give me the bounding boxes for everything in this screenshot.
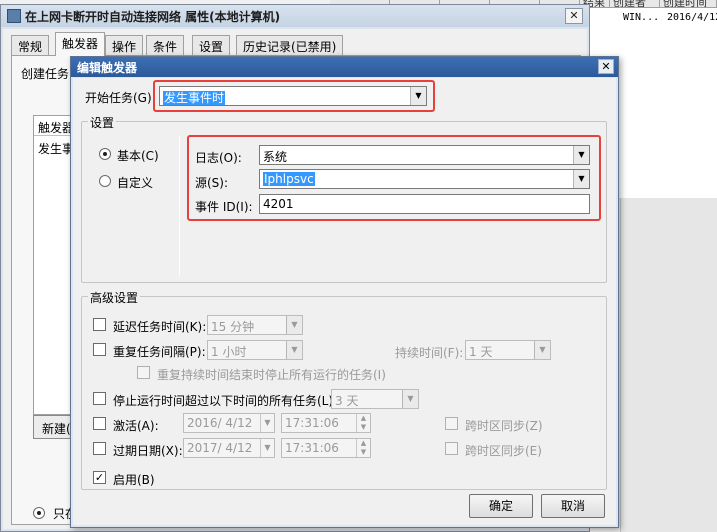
expire-time-spinner[interactable]: 17:31:06 ▲ ▼ — [281, 438, 371, 458]
stop-long-dropdown[interactable]: 3 天 ▼ — [331, 389, 419, 409]
bg-row-created: 2016/4/12 — [667, 12, 717, 23]
activate-sync-checkbox[interactable] — [445, 417, 458, 430]
bg-row-creator: WIN... — [623, 12, 660, 23]
expire-sync-checkbox[interactable] — [445, 442, 458, 455]
cancel-button[interactable]: 取消 — [541, 494, 605, 518]
chevron-down-icon[interactable]: ▼ — [286, 316, 302, 334]
activate-date-picker[interactable]: 2016/ 4/12 ▼ — [183, 413, 275, 433]
delay-checkbox[interactable] — [93, 318, 106, 331]
repeat-label: 重复任务间隔(P): — [113, 345, 206, 359]
duration-dropdown[interactable]: 1 天 ▼ — [465, 340, 551, 360]
chevron-down-icon[interactable]: ▼ — [286, 341, 302, 359]
background-panel — [620, 198, 717, 532]
highlight-begin-task — [153, 80, 435, 112]
tab-triggers[interactable]: 触发器 — [55, 32, 106, 56]
highlight-event-settings — [187, 135, 601, 221]
basic-radio-label: 基本(C) — [117, 149, 159, 163]
properties-close-button[interactable]: ✕ — [565, 8, 583, 24]
tab-actions[interactable]: 操作 — [105, 35, 144, 55]
tab-conditions[interactable]: 条件 — [146, 35, 185, 55]
expire-date-value: 2017/ 4/12 — [187, 441, 253, 455]
custom-radio[interactable] — [99, 175, 111, 187]
properties-title: 在上网卡断开时自动连接网络 属性(本地计算机) — [25, 10, 281, 24]
tab-settings[interactable]: 设置 — [192, 35, 231, 55]
create-task-label: 创建任务 — [21, 67, 70, 81]
enabled-checkbox[interactable]: ✓ — [93, 471, 106, 484]
edit-trigger-dialog: 编辑触发器 ✕ 开始任务(G): 发生事件时 ▼ 设置 基本(C) 自定义 日志… — [70, 56, 619, 528]
repeat-dropdown[interactable]: 1 小时 ▼ — [207, 340, 303, 360]
activate-time-value: 17:31:06 — [285, 416, 339, 430]
delay-value: 15 分钟 — [211, 320, 255, 334]
chevron-down-icon[interactable]: ▼ — [534, 341, 550, 359]
ok-button[interactable]: 确定 — [469, 494, 533, 518]
settings-divider — [179, 136, 180, 276]
chevron-down-icon[interactable]: ▼ — [260, 439, 274, 457]
stop-long-label: 停止运行时间超过以下时间的所有任务(L): — [113, 394, 338, 408]
expire-checkbox[interactable] — [93, 442, 106, 455]
chevron-down-icon[interactable]: ▼ — [260, 414, 274, 432]
custom-radio-label: 自定义 — [117, 176, 154, 190]
delay-dropdown[interactable]: 15 分钟 ▼ — [207, 315, 303, 335]
expire-label: 过期日期(X): — [113, 444, 183, 458]
spin-arrows-icon[interactable]: ▲ ▼ — [356, 414, 370, 432]
activate-checkbox[interactable] — [93, 417, 106, 430]
dialog-title: 编辑触发器 — [77, 61, 138, 75]
chevron-down-icon[interactable]: ▼ — [402, 390, 418, 408]
advanced-group-title: 高级设置 — [88, 289, 141, 306]
stop-long-value: 3 天 — [335, 394, 359, 408]
task-scheduler-icon — [7, 9, 21, 23]
stop-long-checkbox[interactable] — [93, 392, 106, 405]
bg-column-created[interactable]: 创建时间 — [660, 0, 717, 7]
expire-date-picker[interactable]: 2017/ 4/12 ▼ — [183, 438, 275, 458]
activate-sync-label: 跨时区同步(Z) — [465, 419, 543, 433]
spin-arrows-icon[interactable]: ▲ ▼ — [356, 439, 370, 457]
duration-label: 持续时间(F): — [395, 346, 464, 360]
expire-sync-label: 跨时区同步(E) — [465, 444, 542, 458]
activate-date-value: 2016/ 4/12 — [187, 416, 253, 430]
dialog-close-button[interactable]: ✕ — [598, 59, 614, 74]
basic-radio[interactable] — [99, 148, 111, 160]
enabled-label: 启用(B) — [113, 473, 155, 487]
duration-value: 1 天 — [469, 345, 493, 359]
stop-at-end-checkbox[interactable] — [137, 366, 150, 379]
tab-history[interactable]: 历史记录(已禁用) — [236, 35, 344, 55]
begin-task-label: 开始任务(G): — [85, 91, 156, 105]
dialog-body: 开始任务(G): 发生事件时 ▼ 设置 基本(C) 自定义 日志(O): 系统 … — [73, 78, 616, 525]
bg-column-creator[interactable]: 创建者 — [610, 0, 660, 7]
dialog-title-bar[interactable]: 编辑触发器 ✕ — [71, 57, 618, 77]
properties-title-bar[interactable]: 在上网卡断开时自动连接网络 属性(本地计算机) ✕ — [1, 5, 589, 27]
expire-time-value: 17:31:06 — [285, 441, 339, 455]
stop-at-end-label: 重复持续时间结束时停止所有运行的任务(I) — [157, 368, 386, 382]
repeat-checkbox[interactable] — [93, 343, 106, 356]
delay-label: 延迟任务时间(K): — [113, 320, 207, 334]
activate-label: 激活(A): — [113, 419, 159, 433]
tab-general[interactable]: 常规 — [11, 35, 50, 55]
settings-group-title: 设置 — [88, 114, 117, 131]
repeat-value: 1 小时 — [211, 345, 247, 359]
only-run-radio[interactable] — [33, 507, 45, 519]
activate-time-spinner[interactable]: 17:31:06 ▲ ▼ — [281, 413, 371, 433]
